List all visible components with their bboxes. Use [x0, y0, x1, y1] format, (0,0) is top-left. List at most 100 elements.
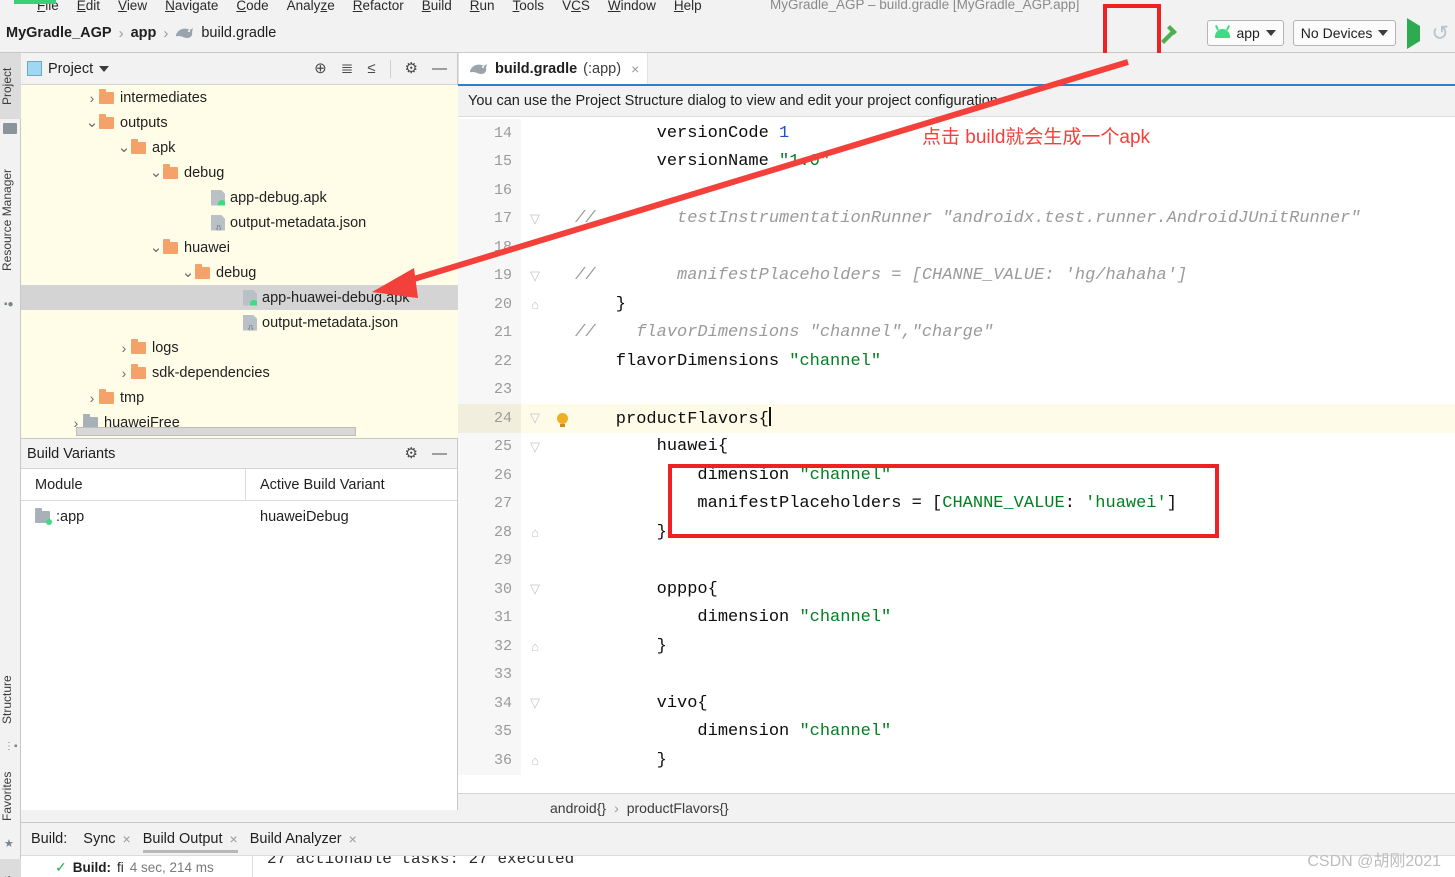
code-line[interactable]: 24 ▽ productFlavors{: [458, 404, 1455, 433]
menu-item-vcs[interactable]: VCS: [553, 0, 599, 13]
collapse-all-icon[interactable]: ≤: [367, 61, 375, 76]
chevron-toggle-icon[interactable]: ⌄: [149, 165, 163, 180]
breadcrumb-project[interactable]: MyGradle_AGP: [6, 25, 112, 41]
active-variant-value[interactable]: huaweiDebug: [246, 509, 349, 525]
code-line[interactable]: 16: [458, 176, 1455, 205]
code-line[interactable]: 28 ⌂ }: [458, 518, 1455, 547]
device-selector[interactable]: No Devices: [1292, 20, 1397, 46]
tree-item[interactable]: › sdk-dependencies: [21, 360, 458, 385]
fold-gutter[interactable]: ⌂: [521, 746, 549, 775]
fold-gutter[interactable]: [521, 718, 549, 747]
sidebar-item-resource-manager[interactable]: Resource Manager: [0, 145, 21, 295]
fold-gutter[interactable]: [521, 661, 549, 690]
menu-item-help[interactable]: Help: [665, 0, 711, 13]
tab-sync[interactable]: Sync ×: [77, 823, 136, 855]
code-line[interactable]: 21 // flavorDimensions "channel","charge": [458, 318, 1455, 348]
menu-item-code[interactable]: Code: [227, 0, 277, 13]
code-line[interactable]: 34 ▽ vivo{: [458, 689, 1455, 718]
line-number[interactable]: 26: [458, 461, 521, 490]
fold-gutter[interactable]: [521, 176, 549, 205]
line-number[interactable]: 34: [458, 689, 521, 718]
menu-item-analyze[interactable]: Analyze: [278, 0, 344, 13]
collapse-to-icon[interactable]: ≣: [341, 61, 354, 76]
intention-bulb-icon[interactable]: [549, 412, 575, 427]
menu-item-window[interactable]: Window: [599, 0, 665, 13]
fold-gutter[interactable]: [521, 461, 549, 490]
menu-item-build[interactable]: Build: [413, 0, 461, 13]
code-line[interactable]: 26 dimension "channel": [458, 461, 1455, 490]
code-line[interactable]: 33: [458, 660, 1455, 690]
menu-item-view[interactable]: View: [109, 0, 156, 13]
tree-item[interactable]: ⌄ debug: [21, 160, 458, 185]
tree-item[interactable]: app-huawei-debug.apk: [21, 285, 458, 310]
tree-item[interactable]: › intermediates: [21, 85, 458, 110]
chevron-toggle-icon[interactable]: ›: [117, 365, 131, 381]
code-editor[interactable]: 14 versionCode 1 15 versionName "1.0" 16 17…: [458, 119, 1455, 793]
line-number[interactable]: 30: [458, 575, 521, 604]
tree-item[interactable]: ⌄ outputs: [21, 110, 458, 135]
fold-gutter[interactable]: ▽: [521, 575, 549, 604]
fold-gutter[interactable]: ▽: [521, 689, 549, 718]
line-number[interactable]: 27: [458, 489, 521, 518]
table-row[interactable]: :app huaweiDebug: [21, 501, 457, 533]
debug-button[interactable]: ↺: [1431, 21, 1451, 46]
fold-gutter[interactable]: [521, 490, 549, 519]
line-number[interactable]: 16: [458, 176, 521, 205]
chevron-toggle-icon[interactable]: ⌄: [117, 140, 131, 155]
fold-gutter[interactable]: [521, 148, 549, 177]
line-number[interactable]: 20: [458, 290, 521, 319]
fold-gutter[interactable]: ⌂: [521, 518, 549, 547]
chevron-down-icon[interactable]: [99, 65, 110, 72]
line-number[interactable]: 31: [458, 603, 521, 632]
tree-item[interactable]: › tmp: [21, 385, 458, 410]
tree-item[interactable]: {} output-metadata.json: [21, 310, 458, 335]
chevron-toggle-icon[interactable]: ›: [85, 90, 99, 106]
line-number[interactable]: 23: [458, 375, 521, 404]
chevron-toggle-icon[interactable]: ⌄: [149, 240, 163, 255]
fold-gutter[interactable]: [521, 119, 549, 148]
sidebar-item-structure[interactable]: Structure: [0, 663, 21, 737]
breadcrumb-module[interactable]: app: [131, 25, 157, 41]
code-line[interactable]: 17 ▽ // testInstrumentationRunner "android…: [458, 204, 1455, 234]
chevron-toggle-icon[interactable]: ›: [85, 390, 99, 406]
code-line[interactable]: 30 ▽ opppo{: [458, 575, 1455, 604]
gear-icon[interactable]: ⚙: [405, 446, 418, 461]
fold-gutter[interactable]: [521, 319, 549, 348]
build-status-row[interactable]: ✓ Build: fi 4 sec, 214 ms: [21, 856, 253, 877]
menu-item-run[interactable]: Run: [461, 0, 504, 13]
line-number[interactable]: 24: [458, 404, 521, 433]
tree-item[interactable]: ⌄ huawei: [21, 235, 458, 260]
tree-item[interactable]: ⌄ apk: [21, 135, 458, 160]
fold-gutter[interactable]: [521, 547, 549, 576]
line-number[interactable]: 25: [458, 432, 521, 461]
menu-item-tools[interactable]: Tools: [504, 0, 554, 13]
code-line[interactable]: 31 dimension "channel": [458, 603, 1455, 632]
fold-gutter[interactable]: [521, 233, 549, 262]
tab-build-output[interactable]: Build Output ×: [137, 823, 244, 855]
fold-gutter[interactable]: ▽: [521, 205, 549, 234]
breadcrumb-file[interactable]: build.gradle: [201, 25, 276, 41]
menu-item-navigate[interactable]: Navigate: [156, 0, 227, 13]
chevron-toggle-icon[interactable]: ⌄: [181, 265, 195, 280]
editor-breadcrumb-android[interactable]: android{}: [550, 800, 606, 816]
tree-item[interactable]: ⌄ debug: [21, 260, 458, 285]
code-line[interactable]: 27 manifestPlaceholders = [CHANNE_VALUE:…: [458, 489, 1455, 519]
code-line[interactable]: 19 ▽ // manifestPlaceholders = [CHANNE_VAL…: [458, 261, 1455, 290]
line-number[interactable]: 36: [458, 746, 521, 775]
line-number[interactable]: 33: [458, 660, 521, 689]
code-line[interactable]: 15 versionName "1.0": [458, 147, 1455, 177]
minimize-icon[interactable]: —: [432, 61, 447, 76]
fold-gutter[interactable]: [521, 376, 549, 405]
chevron-toggle-icon[interactable]: ›: [117, 340, 131, 356]
line-number[interactable]: 22: [458, 347, 521, 376]
close-icon[interactable]: ×: [349, 831, 357, 847]
project-tree-horizontal-scrollbar[interactable]: [76, 427, 356, 436]
menu-item-refactor[interactable]: Refactor: [344, 0, 413, 13]
sidebar-item-favorites[interactable]: Favorites: [0, 759, 21, 833]
minimize-icon[interactable]: —: [432, 446, 447, 461]
line-number[interactable]: 35: [458, 717, 521, 746]
run-button[interactable]: [1405, 17, 1422, 49]
line-number[interactable]: 32: [458, 632, 521, 661]
project-tree[interactable]: › intermediates ⌄ outputs ⌄ apk ⌄ debug app-debu…: [21, 85, 458, 438]
fold-gutter[interactable]: ⌂: [521, 632, 549, 661]
